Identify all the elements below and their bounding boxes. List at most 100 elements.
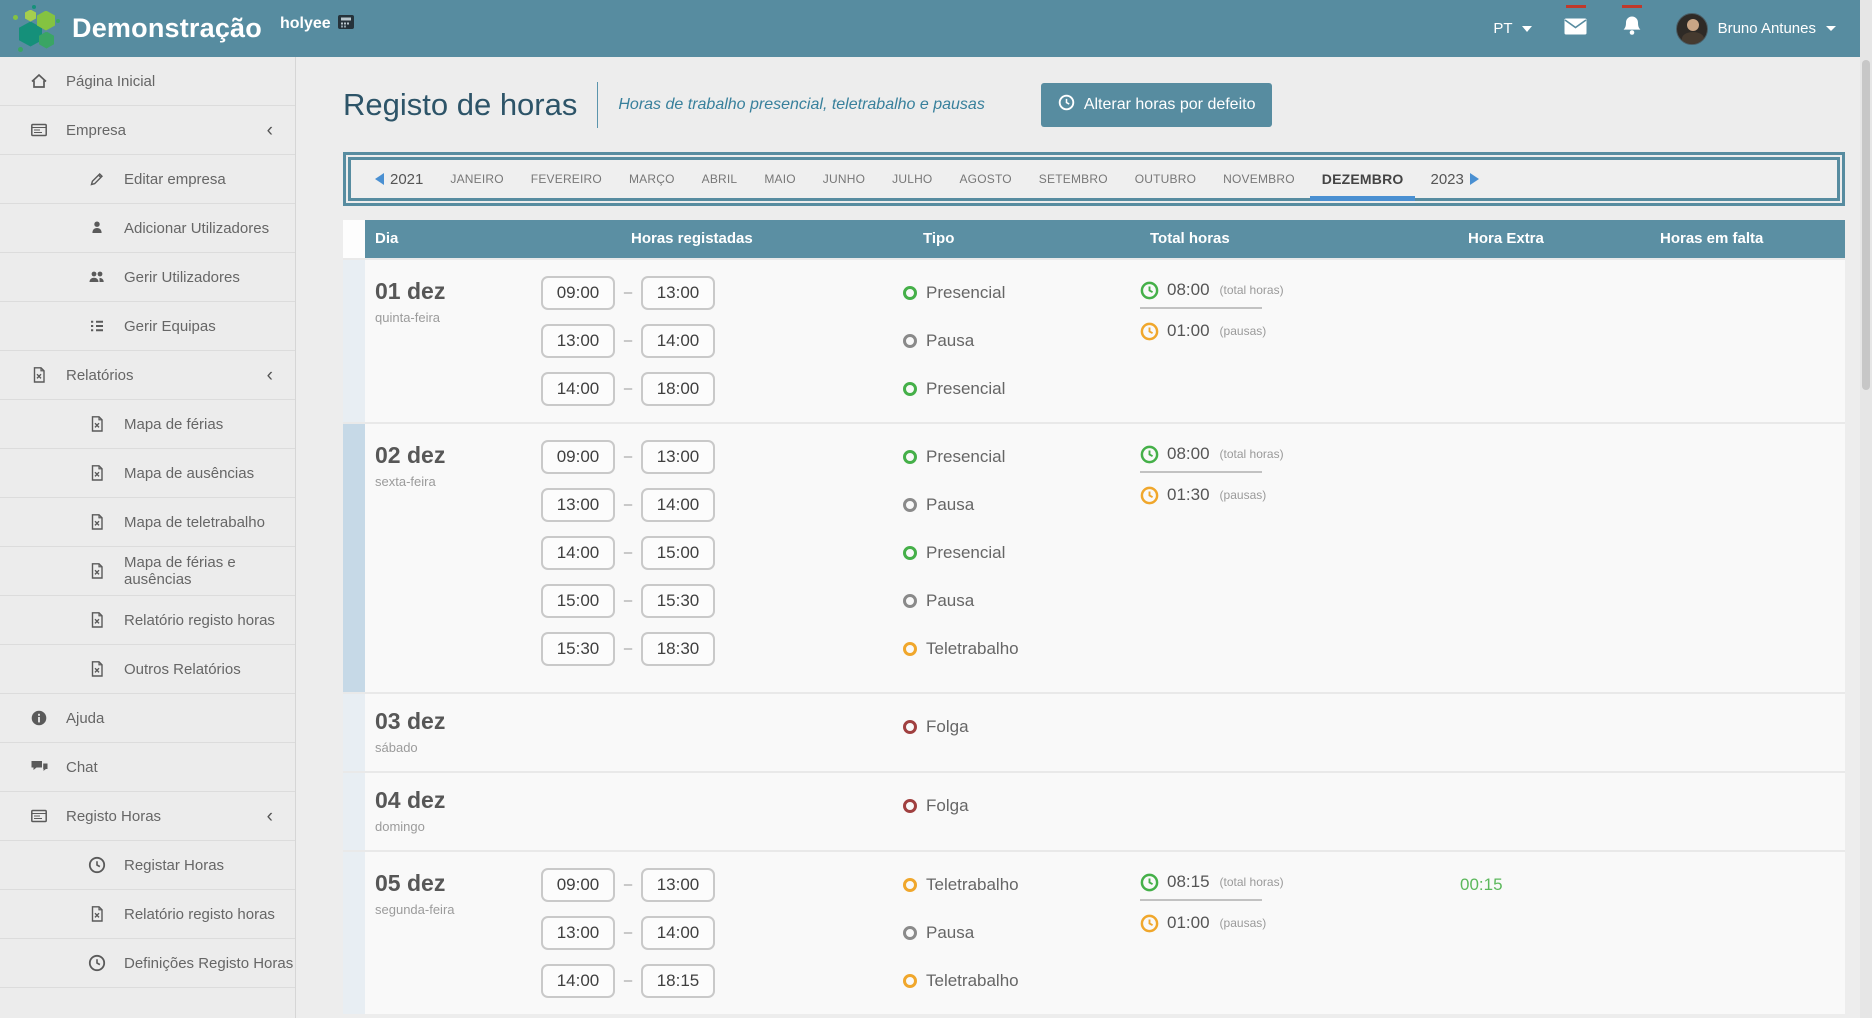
sidebar-item-adicionar-utilizadores[interactable]: Adicionar Utilizadores	[0, 204, 295, 253]
change-default-hours-button[interactable]: Alterar horas por defeito	[1041, 83, 1273, 127]
end-time-input[interactable]	[641, 632, 715, 666]
start-time-input[interactable]	[541, 324, 615, 358]
start-time-input[interactable]	[541, 488, 615, 522]
brand-badge: holyee	[280, 14, 355, 35]
scrollbar-thumb[interactable]	[1862, 60, 1870, 390]
next-year-button[interactable]: 2023	[1430, 171, 1478, 188]
start-time-input[interactable]	[541, 632, 615, 666]
notifications-button[interactable]	[1620, 17, 1644, 41]
tab-abril[interactable]: ABRIL	[702, 172, 738, 186]
time-entry: –	[541, 372, 863, 420]
clock-icon	[1140, 873, 1159, 892]
end-time-input[interactable]	[641, 324, 715, 358]
user-menu[interactable]: Bruno Antunes	[1676, 13, 1836, 45]
end-time-input[interactable]	[641, 964, 715, 998]
time-separator: –	[615, 964, 641, 998]
sidebar-item-mapa-ferias-ausencias[interactable]: Mapa de férias e ausências	[0, 547, 295, 596]
sidebar-item-mapa-de-ausencias[interactable]: Mapa de ausências	[0, 449, 295, 498]
sidebar-item-relatorios[interactable]: Relatórios ‹	[0, 351, 295, 400]
start-time-input[interactable]	[541, 276, 615, 310]
end-time-input[interactable]	[641, 868, 715, 902]
sidebar-item-pagina-inicial[interactable]: Página Inicial	[0, 57, 295, 106]
sidebar-item-registar-horas[interactable]: Registar Horas	[0, 841, 295, 890]
start-time-input[interactable]	[541, 440, 615, 474]
end-time-input[interactable]	[641, 440, 715, 474]
collapse-chevron-icon[interactable]: ‹	[267, 807, 273, 826]
type-pausa-icon	[903, 926, 917, 940]
chevron-down-icon	[1522, 26, 1532, 32]
tab-dezembro-active[interactable]: DEZEMBRO	[1322, 171, 1404, 187]
file-report-icon	[86, 562, 108, 580]
tab-janeiro[interactable]: JANEIRO	[450, 172, 503, 186]
total-hours: 08:00 (total horas)	[1140, 444, 1435, 464]
sidebar-item-outros-relatorios[interactable]: Outros Relatórios	[0, 645, 295, 694]
end-time-input[interactable]	[641, 536, 715, 570]
time-entry: –	[541, 488, 863, 536]
language-code: PT	[1493, 20, 1512, 37]
time-separator: –	[615, 584, 641, 618]
tab-julho[interactable]: JULHO	[892, 172, 932, 186]
end-time-input[interactable]	[641, 916, 715, 950]
clock-icon	[1140, 445, 1159, 464]
time-separator: –	[615, 868, 641, 902]
end-time-input[interactable]	[641, 372, 715, 406]
time-entry: –	[541, 964, 863, 1012]
table-header: Dia Horas registadas Tipo Total horas Ho…	[343, 220, 1845, 258]
entry-type: Presencial	[903, 536, 1125, 570]
end-time-input[interactable]	[641, 488, 715, 522]
tab-outubro[interactable]: OUTUBRO	[1135, 172, 1196, 186]
bell-icon	[1622, 15, 1642, 42]
sidebar-item-mapa-de-ferias[interactable]: Mapa de férias	[0, 400, 295, 449]
sidebar-item-chat[interactable]: Chat	[0, 743, 295, 792]
arrow-left-icon	[375, 173, 384, 185]
collapse-chevron-icon[interactable]: ‹	[267, 366, 273, 385]
tab-agosto[interactable]: AGOSTO	[959, 172, 1011, 186]
overtime-value	[1435, 440, 1625, 474]
tab-fevereiro[interactable]: FEVEREIRO	[531, 172, 602, 186]
total-underline	[1140, 307, 1262, 309]
tab-maio[interactable]: MAIO	[764, 172, 795, 186]
language-selector[interactable]: PT	[1493, 20, 1531, 37]
tab-junho[interactable]: JUNHO	[823, 172, 865, 186]
start-time-input[interactable]	[541, 916, 615, 950]
sidebar-item-relatorio-registo-horas-2[interactable]: Relatório registo horas	[0, 890, 295, 939]
end-time-input[interactable]	[641, 276, 715, 310]
user-name: Bruno Antunes	[1718, 20, 1816, 37]
start-time-input[interactable]	[541, 964, 615, 998]
home-icon	[28, 72, 50, 90]
weekday-label: segunda-feira	[375, 902, 541, 917]
sidebar-item-empresa[interactable]: Empresa ‹	[0, 106, 295, 155]
sidebar-item-registo-horas[interactable]: Registo Horas ‹	[0, 792, 295, 841]
app-logo[interactable]: Demonstração holyee	[0, 5, 355, 53]
start-time-input[interactable]	[541, 868, 615, 902]
clock-icon	[1140, 486, 1159, 505]
prev-year-button[interactable]: 2021	[375, 171, 423, 188]
time-separator: –	[615, 440, 641, 474]
sidebar-item-relatorio-registo-horas[interactable]: Relatório registo horas	[0, 596, 295, 645]
type-folga-icon	[903, 799, 917, 813]
start-time-input[interactable]	[541, 372, 615, 406]
sidebar-item-definicoes-registo-horas[interactable]: Definições Registo Horas	[0, 939, 295, 988]
tab-marco[interactable]: MARÇO	[629, 172, 675, 186]
start-time-input[interactable]	[541, 584, 615, 618]
time-clock-device-icon	[337, 14, 355, 35]
envelope-icon	[1564, 18, 1587, 40]
end-time-input[interactable]	[641, 584, 715, 618]
page-title: Registo de horas	[343, 87, 577, 123]
time-entry: –	[541, 536, 863, 584]
sidebar-item-mapa-de-teletrabalho[interactable]: Mapa de teletrabalho	[0, 498, 295, 547]
file-report-icon	[28, 366, 50, 384]
tab-setembro[interactable]: SETEMBRO	[1039, 172, 1108, 186]
sidebar-item-gerir-utilizadores[interactable]: Gerir Utilizadores	[0, 253, 295, 302]
sidebar-item-gerir-equipas[interactable]: Gerir Equipas	[0, 302, 295, 351]
messages-button[interactable]	[1564, 17, 1588, 41]
sidebar-item-editar-empresa[interactable]: Editar empresa	[0, 155, 295, 204]
start-time-input[interactable]	[541, 536, 615, 570]
type-teletrabalho-icon	[903, 878, 917, 892]
sidebar-item-ajuda[interactable]: Ajuda	[0, 694, 295, 743]
sidebar: Página Inicial Empresa ‹ Editar empresa …	[0, 57, 296, 1018]
entry-type: Teletrabalho	[903, 964, 1125, 998]
page-scrollbar[interactable]	[1860, 0, 1872, 1018]
tab-novembro[interactable]: NOVEMBRO	[1223, 172, 1295, 186]
collapse-chevron-icon[interactable]: ‹	[267, 121, 273, 140]
